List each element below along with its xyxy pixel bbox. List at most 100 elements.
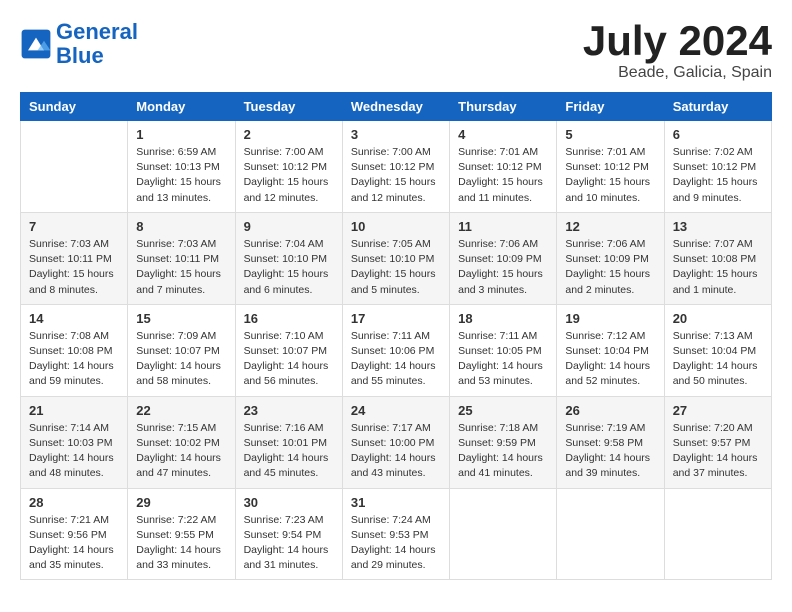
calendar-cell — [664, 488, 771, 580]
calendar-cell: 15 Sunrise: 7:09 AM Sunset: 10:07 PM Dayl… — [128, 304, 235, 396]
day-info: Sunrise: 7:22 AM Sunset: 9:55 PM Dayligh… — [136, 513, 226, 574]
day-number: 18 — [458, 311, 548, 326]
day-info: Sunrise: 7:08 AM Sunset: 10:08 PM Daylig… — [29, 329, 119, 390]
day-number: 4 — [458, 127, 548, 142]
week-row-3: 14Sunrise: 7:08 AM Sunset: 10:08 PM Dayl… — [21, 304, 772, 396]
month-year-title: July 2024 — [583, 20, 772, 62]
day-info: Sunrise: 7:06 AM Sunset: 10:09 PM Daylig… — [458, 237, 548, 298]
calendar-cell: 1 Sunrise: 6:59 AM Sunset: 10:13 PM Dayli… — [128, 121, 235, 213]
calendar-cell: 14Sunrise: 7:08 AM Sunset: 10:08 PM Dayl… — [21, 304, 128, 396]
day-info: Sunrise: 7:03 AM Sunset: 10:11 PM Daylig… — [136, 237, 226, 298]
day-info: Sunrise: 7:04 AM Sunset: 10:10 PM Daylig… — [244, 237, 334, 298]
day-info: Sunrise: 7:20 AM Sunset: 9:57 PM Dayligh… — [673, 421, 763, 482]
calendar-cell: 29 Sunrise: 7:22 AM Sunset: 9:55 PM Dayli… — [128, 488, 235, 580]
day-number: 20 — [673, 311, 763, 326]
day-info: Sunrise: 7:09 AM Sunset: 10:07 PM Daylig… — [136, 329, 226, 390]
day-info: Sunrise: 7:10 AM Sunset: 10:07 PM Daylig… — [244, 329, 334, 390]
day-info: Sunrise: 7:07 AM Sunset: 10:08 PM Daylig… — [673, 237, 763, 298]
logo: General Blue — [20, 20, 138, 68]
calendar-cell: 4 Sunrise: 7:01 AM Sunset: 10:12 PM Dayli… — [450, 121, 557, 213]
calendar-cell: 28Sunrise: 7:21 AM Sunset: 9:56 PM Dayli… — [21, 488, 128, 580]
calendar-cell: 3 Sunrise: 7:00 AM Sunset: 10:12 PM Dayli… — [342, 121, 449, 213]
day-info: Sunrise: 7:01 AM Sunset: 10:12 PM Daylig… — [565, 145, 655, 206]
calendar-cell — [557, 488, 664, 580]
day-number: 12 — [565, 219, 655, 234]
day-info: Sunrise: 7:12 AM Sunset: 10:04 PM Daylig… — [565, 329, 655, 390]
day-number: 2 — [244, 127, 334, 142]
calendar-cell: 5Sunrise: 7:01 AM Sunset: 10:12 PM Dayli… — [557, 121, 664, 213]
calendar-cell: 26 Sunrise: 7:19 AM Sunset: 9:58 PM Dayli… — [557, 396, 664, 488]
day-info: Sunrise: 7:00 AM Sunset: 10:12 PM Daylig… — [351, 145, 441, 206]
day-number: 1 — [136, 127, 226, 142]
day-number: 26 — [565, 403, 655, 418]
day-info: Sunrise: 7:00 AM Sunset: 10:12 PM Daylig… — [244, 145, 334, 206]
day-number: 10 — [351, 219, 441, 234]
day-number: 13 — [673, 219, 763, 234]
calendar-cell: 27 Sunrise: 7:20 AM Sunset: 9:57 PM Dayli… — [664, 396, 771, 488]
day-info: Sunrise: 6:59 AM Sunset: 10:13 PM Daylig… — [136, 145, 226, 206]
calendar-cell: 20 Sunrise: 7:13 AM Sunset: 10:04 PM Dayl… — [664, 304, 771, 396]
day-info: Sunrise: 7:06 AM Sunset: 10:09 PM Daylig… — [565, 237, 655, 298]
calendar-cell: 25 Sunrise: 7:18 AM Sunset: 9:59 PM Dayli… — [450, 396, 557, 488]
col-header-sunday: Sunday — [21, 93, 128, 121]
calendar-cell: 11 Sunrise: 7:06 AM Sunset: 10:09 PM Dayl… — [450, 212, 557, 304]
day-info: Sunrise: 7:16 AM Sunset: 10:01 PM Daylig… — [244, 421, 334, 482]
calendar-cell: 17 Sunrise: 7:11 AM Sunset: 10:06 PM Dayl… — [342, 304, 449, 396]
calendar-cell: 22 Sunrise: 7:15 AM Sunset: 10:02 PM Dayl… — [128, 396, 235, 488]
day-info: Sunrise: 7:21 AM Sunset: 9:56 PM Dayligh… — [29, 513, 119, 574]
calendar-table: SundayMondayTuesdayWednesdayThursdayFrid… — [20, 92, 772, 580]
day-number: 25 — [458, 403, 548, 418]
col-header-saturday: Saturday — [664, 93, 771, 121]
day-info: Sunrise: 7:11 AM Sunset: 10:05 PM Daylig… — [458, 329, 548, 390]
calendar-cell: 24Sunrise: 7:17 AM Sunset: 10:00 PM Dayl… — [342, 396, 449, 488]
calendar-body: 1 Sunrise: 6:59 AM Sunset: 10:13 PM Dayli… — [21, 121, 772, 580]
day-info: Sunrise: 7:18 AM Sunset: 9:59 PM Dayligh… — [458, 421, 548, 482]
col-header-friday: Friday — [557, 93, 664, 121]
logo-icon — [20, 28, 52, 60]
calendar-cell: 16 Sunrise: 7:10 AM Sunset: 10:07 PM Dayl… — [235, 304, 342, 396]
day-info: Sunrise: 7:11 AM Sunset: 10:06 PM Daylig… — [351, 329, 441, 390]
week-row-2: 7Sunrise: 7:03 AM Sunset: 10:11 PM Dayli… — [21, 212, 772, 304]
day-number: 29 — [136, 495, 226, 510]
calendar-cell — [21, 121, 128, 213]
calendar-cell: 6 Sunrise: 7:02 AM Sunset: 10:12 PM Dayli… — [664, 121, 771, 213]
day-number: 11 — [458, 219, 548, 234]
calendar-cell: 2 Sunrise: 7:00 AM Sunset: 10:12 PM Dayli… — [235, 121, 342, 213]
title-block: July 2024 Beade, Galicia, Spain — [583, 20, 772, 82]
calendar-cell: 23 Sunrise: 7:16 AM Sunset: 10:01 PM Dayl… — [235, 396, 342, 488]
day-number: 8 — [136, 219, 226, 234]
day-number: 27 — [673, 403, 763, 418]
location-subtitle: Beade, Galicia, Spain — [583, 64, 772, 82]
page-header: General Blue July 2024 Beade, Galicia, S… — [20, 20, 772, 82]
day-number: 30 — [244, 495, 334, 510]
col-header-tuesday: Tuesday — [235, 93, 342, 121]
day-number: 31 — [351, 495, 441, 510]
day-info: Sunrise: 7:15 AM Sunset: 10:02 PM Daylig… — [136, 421, 226, 482]
day-number: 9 — [244, 219, 334, 234]
day-info: Sunrise: 7:13 AM Sunset: 10:04 PM Daylig… — [673, 329, 763, 390]
day-number: 24 — [351, 403, 441, 418]
col-header-monday: Monday — [128, 93, 235, 121]
day-number: 16 — [244, 311, 334, 326]
day-number: 22 — [136, 403, 226, 418]
day-number: 17 — [351, 311, 441, 326]
calendar-cell: 21Sunrise: 7:14 AM Sunset: 10:03 PM Dayl… — [21, 396, 128, 488]
week-row-1: 1 Sunrise: 6:59 AM Sunset: 10:13 PM Dayli… — [21, 121, 772, 213]
day-info: Sunrise: 7:19 AM Sunset: 9:58 PM Dayligh… — [565, 421, 655, 482]
week-row-4: 21Sunrise: 7:14 AM Sunset: 10:03 PM Dayl… — [21, 396, 772, 488]
day-number: 3 — [351, 127, 441, 142]
day-info: Sunrise: 7:02 AM Sunset: 10:12 PM Daylig… — [673, 145, 763, 206]
calendar-cell: 13 Sunrise: 7:07 AM Sunset: 10:08 PM Dayl… — [664, 212, 771, 304]
logo-text: General Blue — [56, 20, 138, 68]
calendar-cell: 31Sunrise: 7:24 AM Sunset: 9:53 PM Dayli… — [342, 488, 449, 580]
col-header-thursday: Thursday — [450, 93, 557, 121]
day-info: Sunrise: 7:01 AM Sunset: 10:12 PM Daylig… — [458, 145, 548, 206]
day-info: Sunrise: 7:23 AM Sunset: 9:54 PM Dayligh… — [244, 513, 334, 574]
day-info: Sunrise: 7:05 AM Sunset: 10:10 PM Daylig… — [351, 237, 441, 298]
day-number: 19 — [565, 311, 655, 326]
day-number: 15 — [136, 311, 226, 326]
calendar-cell: 9 Sunrise: 7:04 AM Sunset: 10:10 PM Dayli… — [235, 212, 342, 304]
day-number: 23 — [244, 403, 334, 418]
calendar-cell — [450, 488, 557, 580]
day-number: 6 — [673, 127, 763, 142]
